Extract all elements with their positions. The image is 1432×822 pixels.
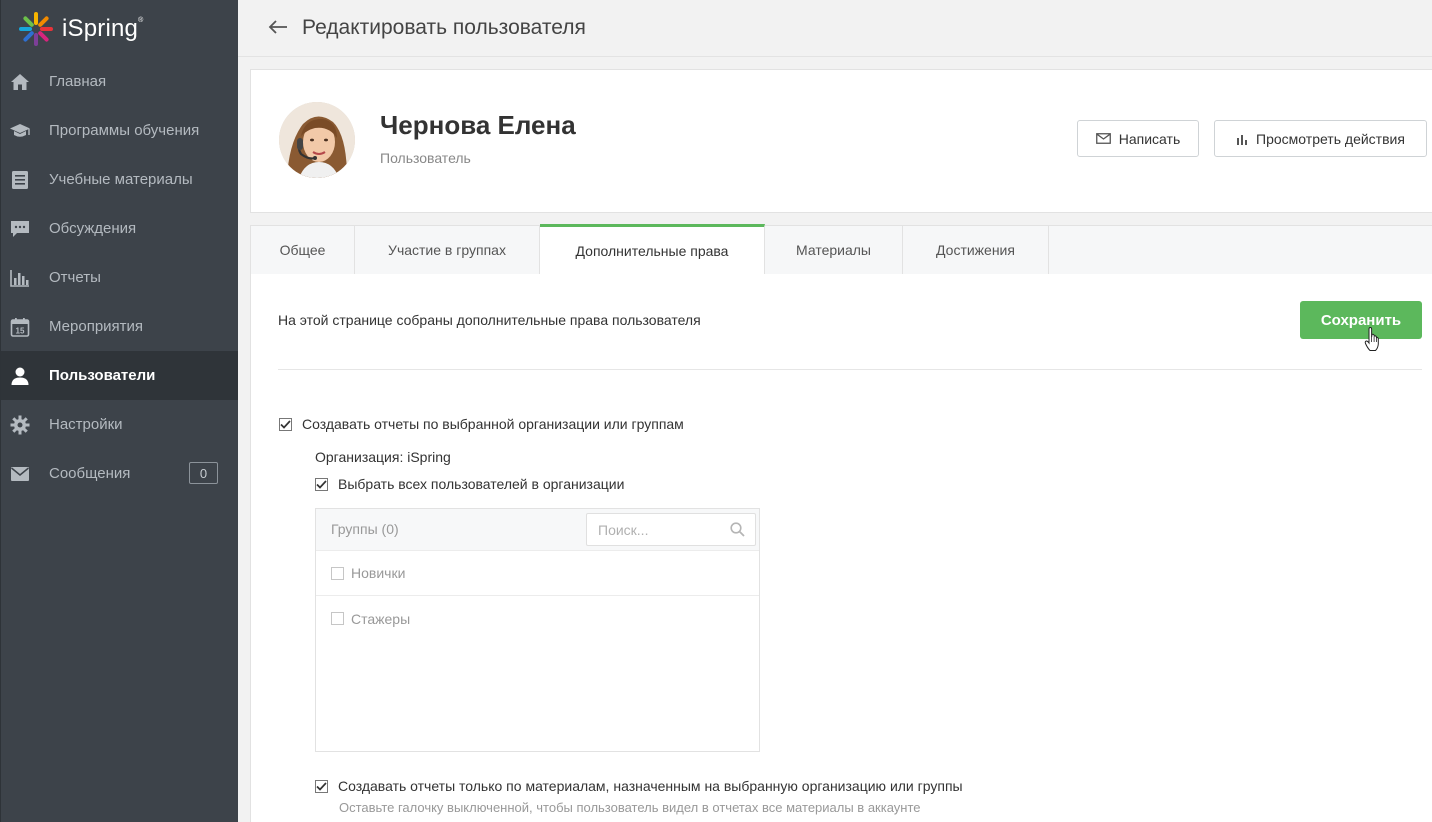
search-placeholder: Поиск... (598, 522, 649, 538)
svg-text:15: 15 (16, 326, 25, 335)
list-item[interactable]: Новички (316, 551, 759, 596)
group-checkbox[interactable] (331, 566, 344, 580)
bar-chart-icon (1237, 134, 1248, 145)
back-arrow-icon[interactable] (268, 18, 288, 38)
groups-list-panel: Группы (0) Поиск... Новички Стажеры (315, 508, 760, 752)
groups-search-input[interactable]: Поиск... (586, 513, 756, 546)
sidebar-item-label: Сообщения (49, 465, 131, 482)
sidebar-item-discussions[interactable]: Обсуждения (1, 204, 238, 253)
select-all-checkbox[interactable] (315, 477, 328, 491)
envelope-icon (9, 463, 31, 485)
groups-list-header: Группы (0) Поиск... (316, 509, 759, 551)
search-icon (730, 522, 745, 537)
group-label: Новички (351, 565, 406, 581)
user-name: Чернова Елена (380, 110, 576, 140)
sidebar-item-settings[interactable]: Настройки (1, 400, 238, 449)
checkmark-icon (280, 419, 291, 429)
group-checkbox[interactable] (331, 612, 344, 625)
write-message-label: Написать (1118, 130, 1181, 147)
calendar-icon: 15 (9, 316, 31, 338)
tab-bar: Общее Участие в группах Дополнительные п… (250, 224, 1432, 275)
report-org-option: Создавать отчеты по выбранной организаци… (279, 416, 684, 432)
sidebar-item-label: Программы обучения (49, 122, 200, 139)
sidebar-item-reports[interactable]: Отчеты (1, 253, 238, 302)
tab-general[interactable]: Общее (251, 226, 355, 274)
sidebar-item-label: Обсуждения (49, 220, 137, 237)
organization-label: Организация: iSpring (315, 449, 451, 465)
checkmark-icon (316, 781, 327, 791)
gear-icon (9, 414, 31, 436)
sidebar-item-label: Главная (49, 73, 107, 90)
assigned-only-checkbox[interactable] (315, 779, 328, 793)
sidebar-item-home[interactable]: Главная (1, 57, 238, 106)
ispring-logo-icon (19, 11, 53, 46)
sidebar-item-events[interactable]: 15 Мероприятия (1, 302, 238, 351)
groups-title: Группы (0) (331, 521, 399, 537)
divider (278, 369, 1422, 370)
report-org-checkbox[interactable] (279, 417, 292, 431)
sidebar-item-materials[interactable]: Учебные материалы (1, 155, 238, 204)
sidebar-item-label: Отчеты (49, 269, 101, 286)
sidebar-item-label: Учебные материалы (49, 171, 193, 188)
chat-icon (9, 218, 31, 240)
sidebar-item-programs[interactable]: Программы обучения (1, 106, 238, 155)
user-role: Пользователь (380, 150, 471, 166)
group-label: Стажеры (351, 610, 411, 627)
user-icon (9, 365, 31, 387)
hand-cursor-icon (1364, 327, 1379, 351)
logo-text: iSpring® (62, 14, 144, 42)
tab-additional-rights[interactable]: Дополнительные права (540, 224, 765, 274)
list-item[interactable]: Стажеры (316, 596, 759, 641)
sidebar-item-messages[interactable]: Сообщения 0 (1, 449, 238, 498)
assigned-only-hint: Оставьте галочку выключенной, чтобы поль… (339, 800, 921, 815)
profile-card: Чернова Елена Пользователь Написать Прос… (250, 69, 1432, 213)
messages-count-badge: 0 (189, 462, 218, 484)
page-header: Редактировать пользователя (238, 0, 1432, 57)
assigned-only-option: Создавать отчеты только по материалам, н… (315, 778, 963, 794)
page-title: Редактировать пользователя (302, 16, 586, 39)
bar-chart-icon (9, 267, 31, 289)
write-message-button[interactable]: Написать (1077, 120, 1199, 157)
home-icon (9, 71, 31, 93)
save-button[interactable]: Сохранить (1300, 301, 1422, 339)
sidebar-nav: Главная Программы обучения Учебные матер… (1, 57, 238, 498)
sidebar-item-label: Пользователи (49, 367, 156, 384)
document-icon (9, 169, 31, 191)
sidebar: iSpring® Главная Программы обучения Учеб… (0, 0, 238, 822)
avatar (279, 102, 355, 178)
select-all-label: Выбрать всех пользователей в организации (338, 476, 625, 492)
tab-group-membership[interactable]: Участие в группах (355, 226, 540, 274)
assigned-only-label: Создавать отчеты только по материалам, н… (338, 778, 963, 794)
report-org-label: Создавать отчеты по выбранной организаци… (302, 416, 684, 432)
view-actions-button[interactable]: Просмотреть действия (1214, 120, 1427, 157)
sidebar-item-label: Мероприятия (49, 318, 144, 335)
tab-content: На этой странице собраны дополнительные … (250, 274, 1432, 822)
view-actions-label: Просмотреть действия (1256, 130, 1405, 147)
logo[interactable]: iSpring® (1, 0, 238, 57)
graduation-cap-icon (9, 120, 31, 142)
select-all-option: Выбрать всех пользователей в организации (315, 476, 624, 492)
sidebar-item-users[interactable]: Пользователи (1, 351, 238, 400)
page-description: На этой странице собраны дополнительные … (278, 312, 701, 328)
checkmark-icon (316, 479, 327, 489)
tab-achievements[interactable]: Достижения (903, 226, 1049, 274)
sidebar-item-label: Настройки (49, 416, 123, 433)
tab-materials[interactable]: Материалы (765, 226, 903, 274)
envelope-icon (1095, 133, 1111, 144)
